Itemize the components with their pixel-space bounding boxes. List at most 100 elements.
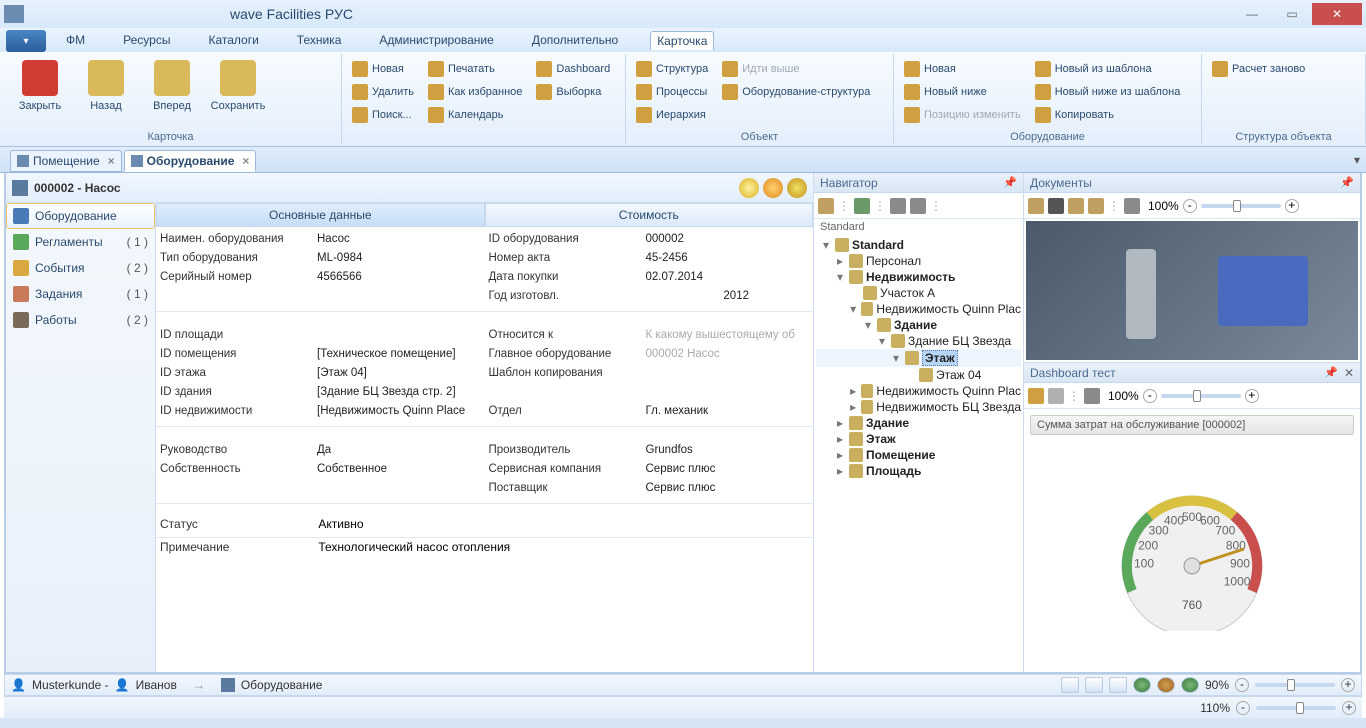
tree-node[interactable]: ▾Недвижимость Quinn Plac [816, 301, 1021, 317]
col-header-cost[interactable]: Стоимость [485, 203, 814, 227]
field-value[interactable]: Гл. механик [644, 405, 810, 417]
zoom-in-button[interactable]: + [1342, 701, 1356, 715]
zoom-in-button[interactable]: + [1245, 389, 1259, 403]
field-value[interactable]: [Недвижимость Quinn Place [315, 405, 481, 417]
filter-icon[interactable] [1048, 388, 1064, 404]
close-tab-icon[interactable]: × [104, 154, 115, 168]
camera-icon[interactable] [1048, 198, 1064, 214]
gear-icon[interactable] [910, 198, 926, 214]
field-value[interactable]: Активно [318, 517, 363, 531]
new-below-button[interactable]: Новый ниже [902, 81, 1023, 103]
tree-node[interactable]: ▾Standard [816, 237, 1021, 253]
zoom-slider[interactable] [1256, 706, 1336, 710]
tree-node[interactable]: ▸Этаж [816, 431, 1021, 447]
tab-equipment[interactable]: Оборудование× [124, 150, 257, 172]
favorite-button[interactable]: Как избранное [426, 81, 524, 103]
back-button[interactable]: Назад [74, 56, 138, 112]
menu-Техника[interactable]: Техника [291, 31, 348, 49]
copy-button[interactable]: Копировать [1033, 104, 1183, 126]
close-button[interactable]: Закрыть [8, 56, 72, 112]
sidenav-equipment[interactable]: Оборудование [6, 203, 155, 229]
status-dot[interactable] [1133, 677, 1151, 693]
tree-node[interactable]: ▸Недвижимость БЦ Звезда [816, 399, 1021, 415]
col-header-main[interactable]: Основные данные [156, 203, 485, 227]
zoom-out-button[interactable]: - [1183, 199, 1197, 213]
tree-node[interactable]: ▾Здание БЦ Звезда [816, 333, 1021, 349]
navigator-tree[interactable]: ▾Standard▸Персонал▾НедвижимостьУчасток А… [814, 235, 1023, 672]
tree-node[interactable]: ▸Персонал [816, 253, 1021, 269]
sun-icon[interactable] [763, 178, 783, 198]
sidenav-tasks[interactable]: Задания( 1 ) [6, 281, 155, 307]
zoom-out-button[interactable]: - [1236, 701, 1250, 715]
dashboard-button[interactable]: Dashboard [534, 58, 612, 80]
field-value[interactable]: 45-2456 [644, 252, 810, 264]
view-button[interactable] [1085, 677, 1103, 693]
save-button[interactable]: Сохранить [206, 56, 270, 112]
tree-node[interactable]: ▸Площадь [816, 463, 1021, 479]
print-button[interactable]: Печатать [426, 58, 524, 80]
minimize-button[interactable]: ― [1232, 3, 1272, 25]
zoom-slider[interactable] [1201, 204, 1281, 208]
zoom-out-button[interactable]: - [1143, 389, 1157, 403]
document-image[interactable] [1026, 221, 1358, 360]
view-button[interactable] [1061, 677, 1079, 693]
menu-Карточка[interactable]: Карточка [650, 31, 714, 50]
doc-tool-icon[interactable] [1068, 198, 1084, 214]
new-button[interactable]: Новая [350, 58, 416, 80]
tabs-overflow-button[interactable]: ▾ [1354, 153, 1360, 167]
pin-icon[interactable]: 📌 [1003, 176, 1017, 189]
tab-room[interactable]: Помещение× [10, 150, 122, 172]
refresh-icon[interactable] [1084, 388, 1100, 404]
processes-button[interactable]: Процессы [634, 81, 710, 103]
view-button[interactable] [1109, 677, 1127, 693]
zoom-slider[interactable] [1161, 394, 1241, 398]
status-dot[interactable] [1157, 677, 1175, 693]
zoom-in-button[interactable]: + [1285, 199, 1299, 213]
tree-node[interactable]: ▸Помещение [816, 447, 1021, 463]
close-tab-icon[interactable]: × [238, 154, 249, 168]
doc-tool-icon[interactable] [1028, 198, 1044, 214]
search-button[interactable]: Поиск... [350, 104, 416, 126]
paste-icon[interactable] [1088, 198, 1104, 214]
nav-tool-icon[interactable] [854, 198, 870, 214]
new-template-button[interactable]: Новый из шаблона [1033, 58, 1183, 80]
pin-icon[interactable]: 📌 [1324, 366, 1338, 379]
status-dot[interactable] [1181, 677, 1199, 693]
field-value[interactable]: Насос [315, 233, 481, 245]
hierarchy-button[interactable]: Иерархия [634, 104, 710, 126]
tree-node[interactable]: Участок А [816, 285, 1021, 301]
field-value[interactable]: Технологический насос отопления [318, 540, 510, 554]
field-value[interactable]: ML-0984 [315, 252, 481, 264]
field-value[interactable]: 000002 Насос [644, 348, 810, 360]
delete-button[interactable]: Удалить [350, 81, 416, 103]
pencil-icon[interactable] [1028, 388, 1044, 404]
field-value[interactable]: Сервис плюс [644, 463, 810, 475]
menu-Администрирование[interactable]: Администрирование [373, 31, 499, 49]
close-window-button[interactable]: ✕ [1312, 3, 1362, 25]
field-value[interactable]: 4566566 [315, 271, 481, 283]
tree-node[interactable]: ▸Недвижимость Quinn Plac [816, 383, 1021, 399]
zoom-in-button[interactable]: + [1341, 678, 1355, 692]
field-value[interactable]: К какому вышестоящему об [644, 329, 810, 341]
tree-node[interactable]: ▸Здание [816, 415, 1021, 431]
structure-button[interactable]: Структура [634, 58, 710, 80]
note-icon[interactable] [787, 178, 807, 198]
pin-icon[interactable]: 📌 [1340, 176, 1354, 189]
tree-node[interactable]: ▾Недвижимость [816, 269, 1021, 285]
refresh-icon[interactable] [1124, 198, 1140, 214]
nav-tool-icon[interactable] [818, 198, 834, 214]
field-value[interactable]: [Здание БЦ Звезда стр. 2] [315, 386, 481, 398]
system-menu-button[interactable]: ▾ [6, 30, 46, 52]
tree-node[interactable]: ▾Этаж [816, 349, 1021, 367]
zoom-slider[interactable] [1255, 683, 1335, 687]
field-value[interactable]: 2012 [644, 290, 810, 302]
field-value[interactable]: [Техническое помещение] [315, 348, 481, 360]
equip-struct-button[interactable]: Оборудование-структура [720, 81, 872, 103]
field-value[interactable]: [Этаж 04] [315, 367, 481, 379]
close-pane-icon[interactable]: ✕ [1344, 366, 1354, 380]
field-value[interactable]: Сервис плюс [644, 482, 810, 494]
field-value[interactable]: 000002 [644, 233, 810, 245]
selection-button[interactable]: Выборка [534, 81, 612, 103]
field-value[interactable]: Собственное [315, 463, 481, 475]
field-value[interactable]: Да [315, 444, 481, 456]
